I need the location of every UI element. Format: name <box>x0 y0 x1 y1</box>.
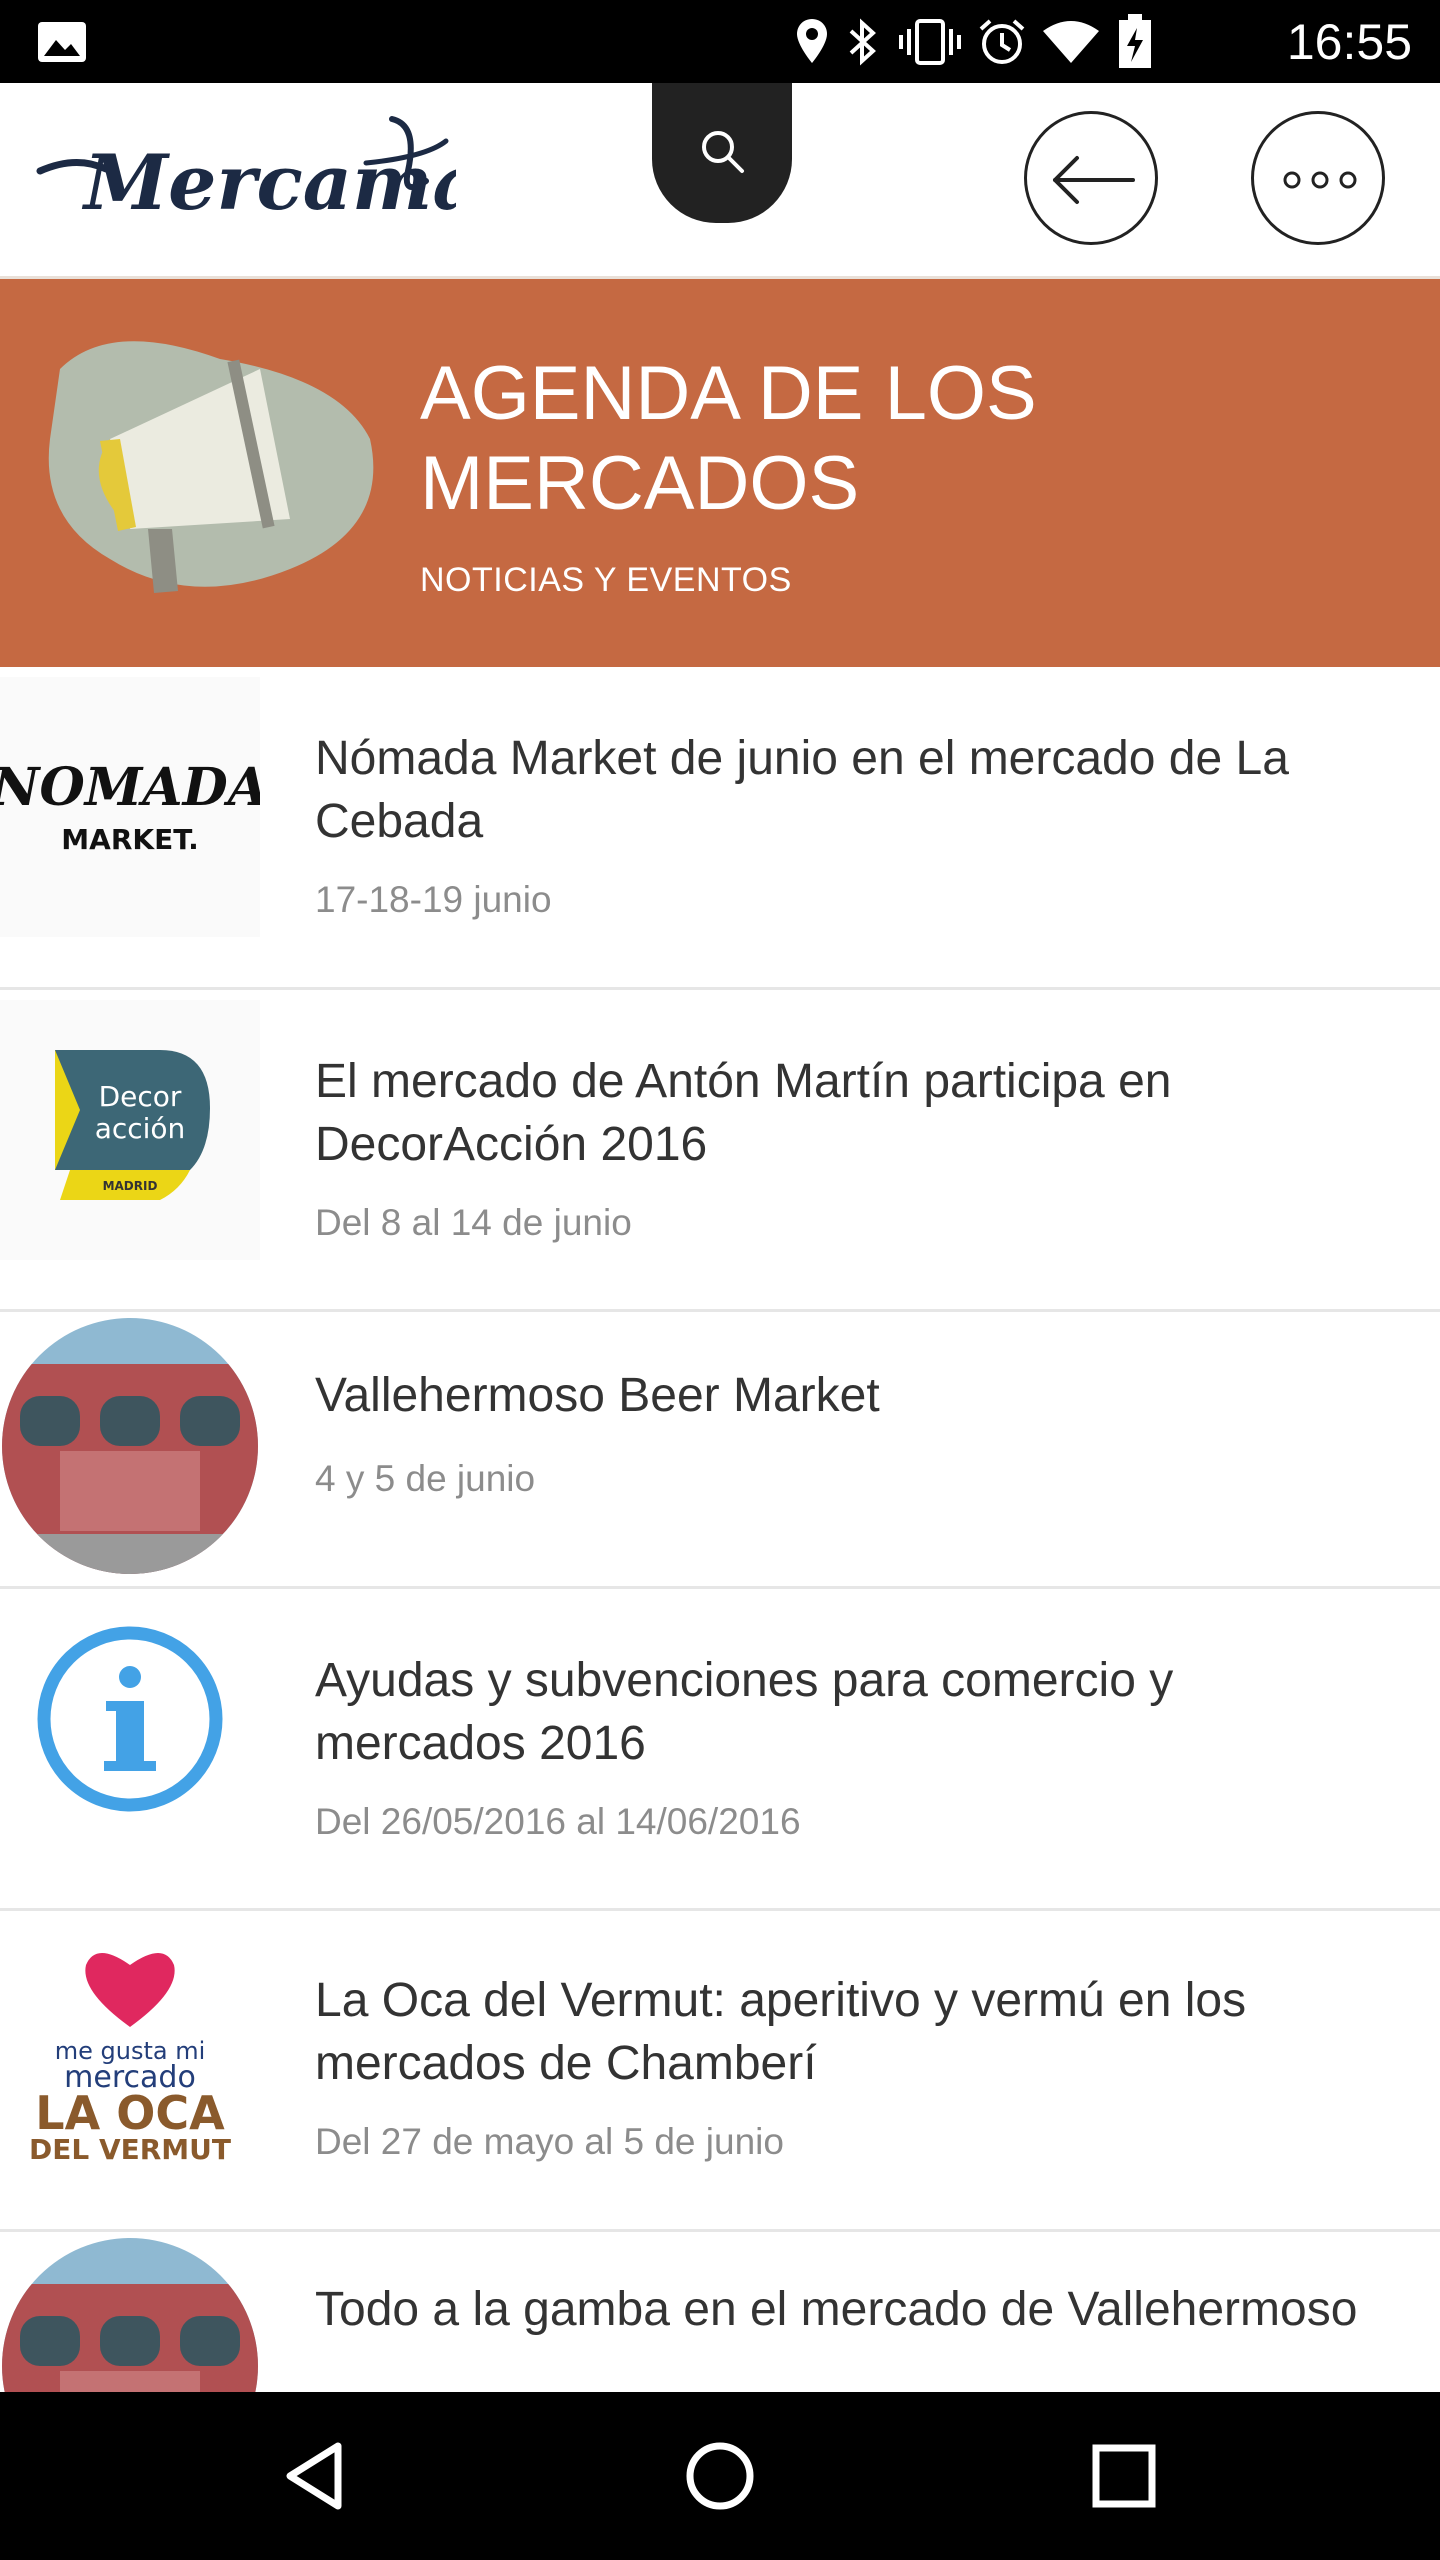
megaphone-icon <box>48 341 374 593</box>
event-title: Todo a la gamba en el mercado de Vallehe… <box>315 2283 1358 2336</box>
nav-back-icon[interactable] <box>276 2436 356 2516</box>
status-bar: 16:55 <box>0 0 1440 83</box>
arrow-left-icon <box>1053 156 1135 204</box>
search-icon <box>702 131 744 173</box>
nomada-market-logo: NOMADA MARKET. <box>0 677 260 937</box>
svg-text:MARKET.: MARKET. <box>61 823 198 856</box>
nav-recents-icon[interactable] <box>1084 2436 1164 2516</box>
event-title: La Oca del Vermut: aperitivo y vermú en … <box>315 1974 1247 2090</box>
logo-text: Mercamad <box>81 138 456 227</box>
event-date: Del 8 al 14 de junio <box>315 1202 632 1243</box>
vibrate-icon <box>899 19 961 65</box>
list-item[interactable]: Decor acción MADRID El mercado de Antón … <box>0 990 1440 1312</box>
alarm-icon <box>979 19 1025 64</box>
mercamad-logo[interactable]: Mercamad <box>36 111 456 241</box>
svg-text:LA OCA: LA OCA <box>35 2086 225 2140</box>
event-list: NOMADA MARKET. Nómada Market de junio en… <box>0 667 1440 2392</box>
event-date: 17-18-19 junio <box>315 879 552 920</box>
event-date: Del 27 de mayo al 5 de junio <box>315 2121 784 2162</box>
app-header: Mercamad <box>0 83 1440 279</box>
svg-text:Decor: Decor <box>99 1080 182 1113</box>
svg-text:MADRID: MADRID <box>103 1179 158 1193</box>
nav-home-icon[interactable] <box>680 2436 760 2516</box>
android-navigation-bar <box>0 2392 1440 2560</box>
more-dots-icon <box>1283 171 1357 189</box>
back-button[interactable] <box>1024 111 1158 245</box>
banner-title: AGENDA DE LOS MERCADOS <box>420 351 1037 526</box>
info-icon <box>37 1626 223 1812</box>
svg-text:DEL VERMUT: DEL VERMUT <box>29 2133 231 2166</box>
wifi-icon <box>1043 21 1099 63</box>
svg-text:acción: acción <box>95 1112 186 1145</box>
event-title: Nómada Market de junio en el mercado de … <box>315 732 1289 848</box>
market-building-image <box>2 1318 258 1574</box>
bluetooth-icon <box>849 18 876 66</box>
location-icon <box>797 19 827 63</box>
status-icons <box>795 14 1155 70</box>
svg-text:NOMADA: NOMADA <box>0 757 260 818</box>
clock-time: 16:55 <box>1286 14 1412 70</box>
decoraccion-logo: Decor acción MADRID <box>0 1000 260 1260</box>
list-item[interactable]: Todo a la gamba en el mercado de Vallehe… <box>0 2232 1440 2392</box>
agenda-banner: AGENDA DE LOS MERCADOS NOTICIAS Y EVENTO… <box>0 279 1440 667</box>
event-title: Vallehermoso Beer Market <box>315 1369 880 1422</box>
more-options-button[interactable] <box>1251 111 1385 245</box>
list-item[interactable]: Ayudas y subvenciones para comercio y me… <box>0 1589 1440 1911</box>
event-title: Ayudas y subvenciones para comercio y me… <box>315 1654 1174 1770</box>
gallery-notification-icon <box>38 22 86 62</box>
event-date: 4 y 5 de junio <box>315 1458 536 1499</box>
market-building-image <box>2 2238 258 2392</box>
banner-subtitle: NOTICIAS Y EVENTOS <box>420 561 792 599</box>
event-date: Del 26/05/2016 al 14/06/2016 <box>315 1801 801 1842</box>
la-oca-del-vermut-logo: me gusta mi mercado LA OCA DEL VERMUT <box>29 1953 231 2166</box>
search-button[interactable] <box>652 83 792 223</box>
battery-icon <box>1119 14 1151 68</box>
list-item[interactable]: me gusta mi mercado LA OCA DEL VERMUT La… <box>0 1911 1440 2232</box>
list-item[interactable]: Vallehermoso Beer Market 4 y 5 de junio <box>0 1312 1440 1589</box>
list-item[interactable]: NOMADA MARKET. Nómada Market de junio en… <box>0 667 1440 990</box>
event-title: El mercado de Antón Martín participa en … <box>315 1055 1172 1171</box>
